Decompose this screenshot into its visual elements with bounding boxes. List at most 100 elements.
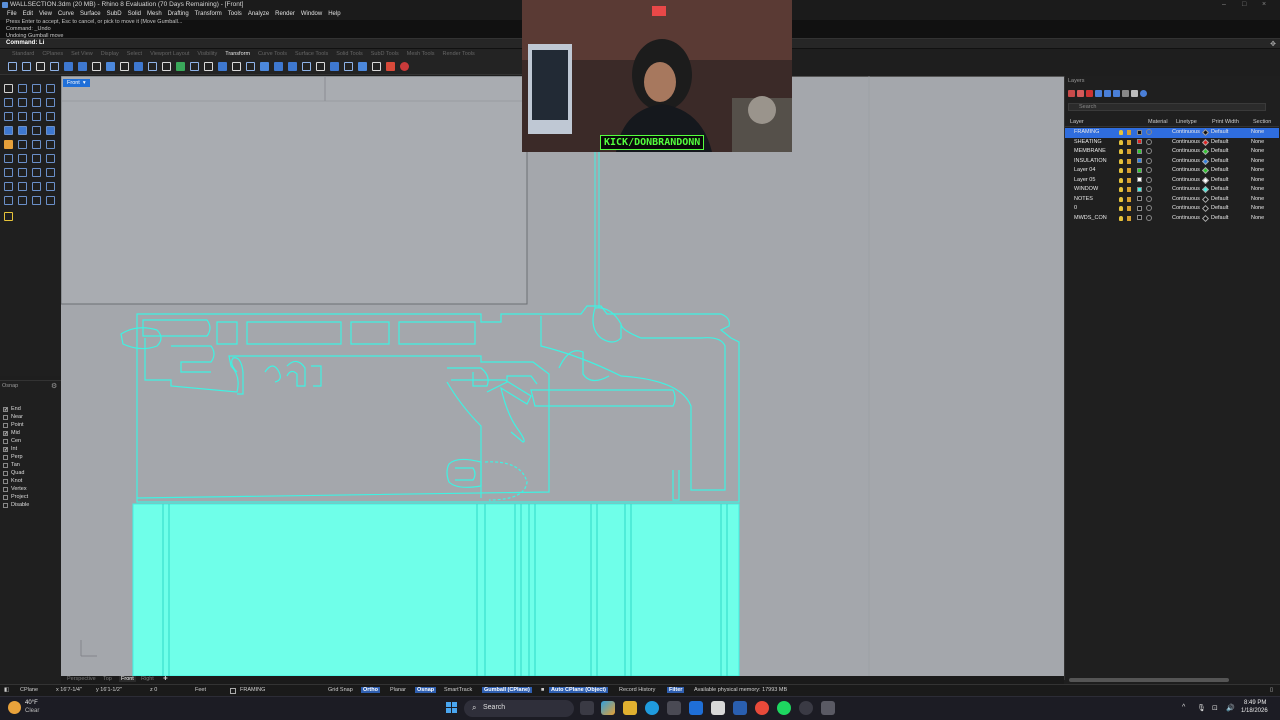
layer-print-width[interactable]: Default [1211,129,1228,135]
sweep-icon[interactable] [46,126,55,135]
layer-linetype[interactable]: Continuous [1172,139,1200,145]
layer-section[interactable]: None [1251,148,1264,154]
record-icon[interactable] [386,62,395,71]
layer-color-swatch[interactable] [1137,167,1142,173]
menu-tools[interactable]: Tools [225,10,245,20]
layer-row[interactable]: 0 Continuous Default None [1065,204,1279,214]
menu-window[interactable]: Window [298,10,325,20]
array-linear-icon[interactable] [4,182,13,191]
layer-color-swatch[interactable] [1137,148,1142,154]
sphere-icon[interactable] [18,140,27,149]
menu-help[interactable]: Help [325,10,343,20]
shear-icon[interactable] [246,62,255,71]
remap-icon[interactable] [302,62,311,71]
material-icon[interactable] [1146,129,1152,135]
checkbox-icon[interactable] [3,462,8,468]
bulb-icon[interactable] [1119,215,1123,221]
lock-icon[interactable] [1127,187,1131,192]
checkbox-icon[interactable] [3,438,8,444]
osnap-disable[interactable]: Disable [3,501,29,509]
osnap-int[interactable]: ✓ Int [3,445,29,453]
tools-icon[interactable] [1122,90,1129,97]
tab-perspective[interactable]: Perspective [67,676,96,682]
viewport-title-tab[interactable]: Front ▾ [63,79,90,87]
layer-print-width[interactable]: Default [1211,186,1228,192]
planar-toggle[interactable]: Planar [390,687,406,693]
gumball-icon[interactable] [358,62,367,71]
smash-icon[interactable] [218,62,227,71]
layer-name[interactable]: WINDOW [1074,186,1098,192]
add-viewport-icon[interactable]: ✚ [163,676,168,682]
expand-icon[interactable]: ✥ [1270,40,1276,48]
tab-surface-tools[interactable]: Surface Tools [291,49,332,59]
new-sublayer-icon[interactable] [1077,90,1084,97]
light-icon[interactable] [4,212,13,221]
history-icon[interactable] [372,62,381,71]
polyline-icon[interactable] [32,84,41,93]
layer-name[interactable]: SHEATING [1074,139,1102,145]
select-icon[interactable] [4,84,13,93]
layer-section[interactable]: None [1251,215,1264,221]
store-icon[interactable] [667,701,681,715]
lock-icon[interactable] [1127,196,1131,202]
layer-linetype[interactable]: Continuous [1172,148,1200,154]
dimension-icon[interactable] [18,168,27,177]
move-icon[interactable] [8,62,17,71]
tab-front[interactable]: Front [119,676,136,682]
close-icon[interactable]: × [1262,1,1266,8]
gear-icon[interactable]: ⚙ [51,382,57,390]
lock-icon[interactable] [1127,215,1131,221]
print-color-icon[interactable] [1201,204,1210,213]
layer-row[interactable]: Layer 05 Continuous Default None [1065,176,1279,186]
bulb-icon[interactable] [1119,139,1123,145]
obs-icon[interactable] [799,701,813,715]
material-icon[interactable] [1146,205,1152,211]
check-icon[interactable] [32,196,41,205]
layer-linetype[interactable]: Continuous [1172,167,1200,173]
lock-icon[interactable] [1127,177,1131,183]
layer-section[interactable]: None [1251,167,1264,173]
wall-section-drawing[interactable] [61,76,1064,676]
checkbox-checked-icon[interactable]: ✓ [3,406,8,412]
edge-icon[interactable] [645,701,659,715]
text-icon[interactable] [4,168,13,177]
polygon-icon[interactable] [4,112,13,121]
layer-color-swatch[interactable] [1137,129,1142,135]
volume-icon[interactable]: 🔊 [1226,704,1235,712]
material-icon[interactable] [1146,186,1152,192]
filter-icon[interactable] [1113,90,1120,97]
task-view-icon[interactable] [580,701,594,715]
layer-linetype[interactable]: Continuous [1172,196,1200,202]
mirror-icon[interactable] [64,62,73,71]
layer-row[interactable]: NOTES Continuous Default None [1065,195,1279,205]
bend-icon[interactable] [148,62,157,71]
render-icon[interactable] [46,196,55,205]
layers-search-input[interactable]: Search [1068,103,1266,111]
taper-icon[interactable] [162,62,171,71]
print-color-icon[interactable] [1201,214,1210,222]
setpt-icon[interactable] [316,62,325,71]
layer-linetype[interactable]: Continuous [1172,186,1200,192]
osnap-quad[interactable]: Quad [3,469,29,477]
material-icon[interactable] [1146,167,1152,173]
lock-icon[interactable] [1127,168,1131,173]
layer-linetype[interactable]: Continuous [1172,177,1200,183]
grid-icon[interactable] [204,62,213,71]
bulb-icon[interactable] [1119,177,1123,183]
layer-print-width[interactable]: Default [1211,158,1228,164]
filter-toggle[interactable]: Filter [667,687,685,693]
spotify-icon[interactable] [777,701,791,715]
weather-icon[interactable] [8,701,21,714]
material-icon[interactable] [1146,148,1152,154]
file-explorer-icon[interactable] [623,701,637,715]
layer-print-width[interactable]: Default [1211,177,1228,183]
layer-section[interactable]: None [1251,158,1264,164]
array-icon[interactable] [78,62,87,71]
layer-name[interactable]: Layer 05 [1074,177,1095,183]
col-layer[interactable]: Layer [1070,119,1084,125]
arrange-icon[interactable] [274,62,283,71]
checkbox-icon[interactable] [3,422,8,428]
layer-color-swatch[interactable] [1137,139,1142,144]
boolean-icon[interactable] [46,140,55,149]
checkbox-checked-icon[interactable]: ✓ [3,430,8,436]
